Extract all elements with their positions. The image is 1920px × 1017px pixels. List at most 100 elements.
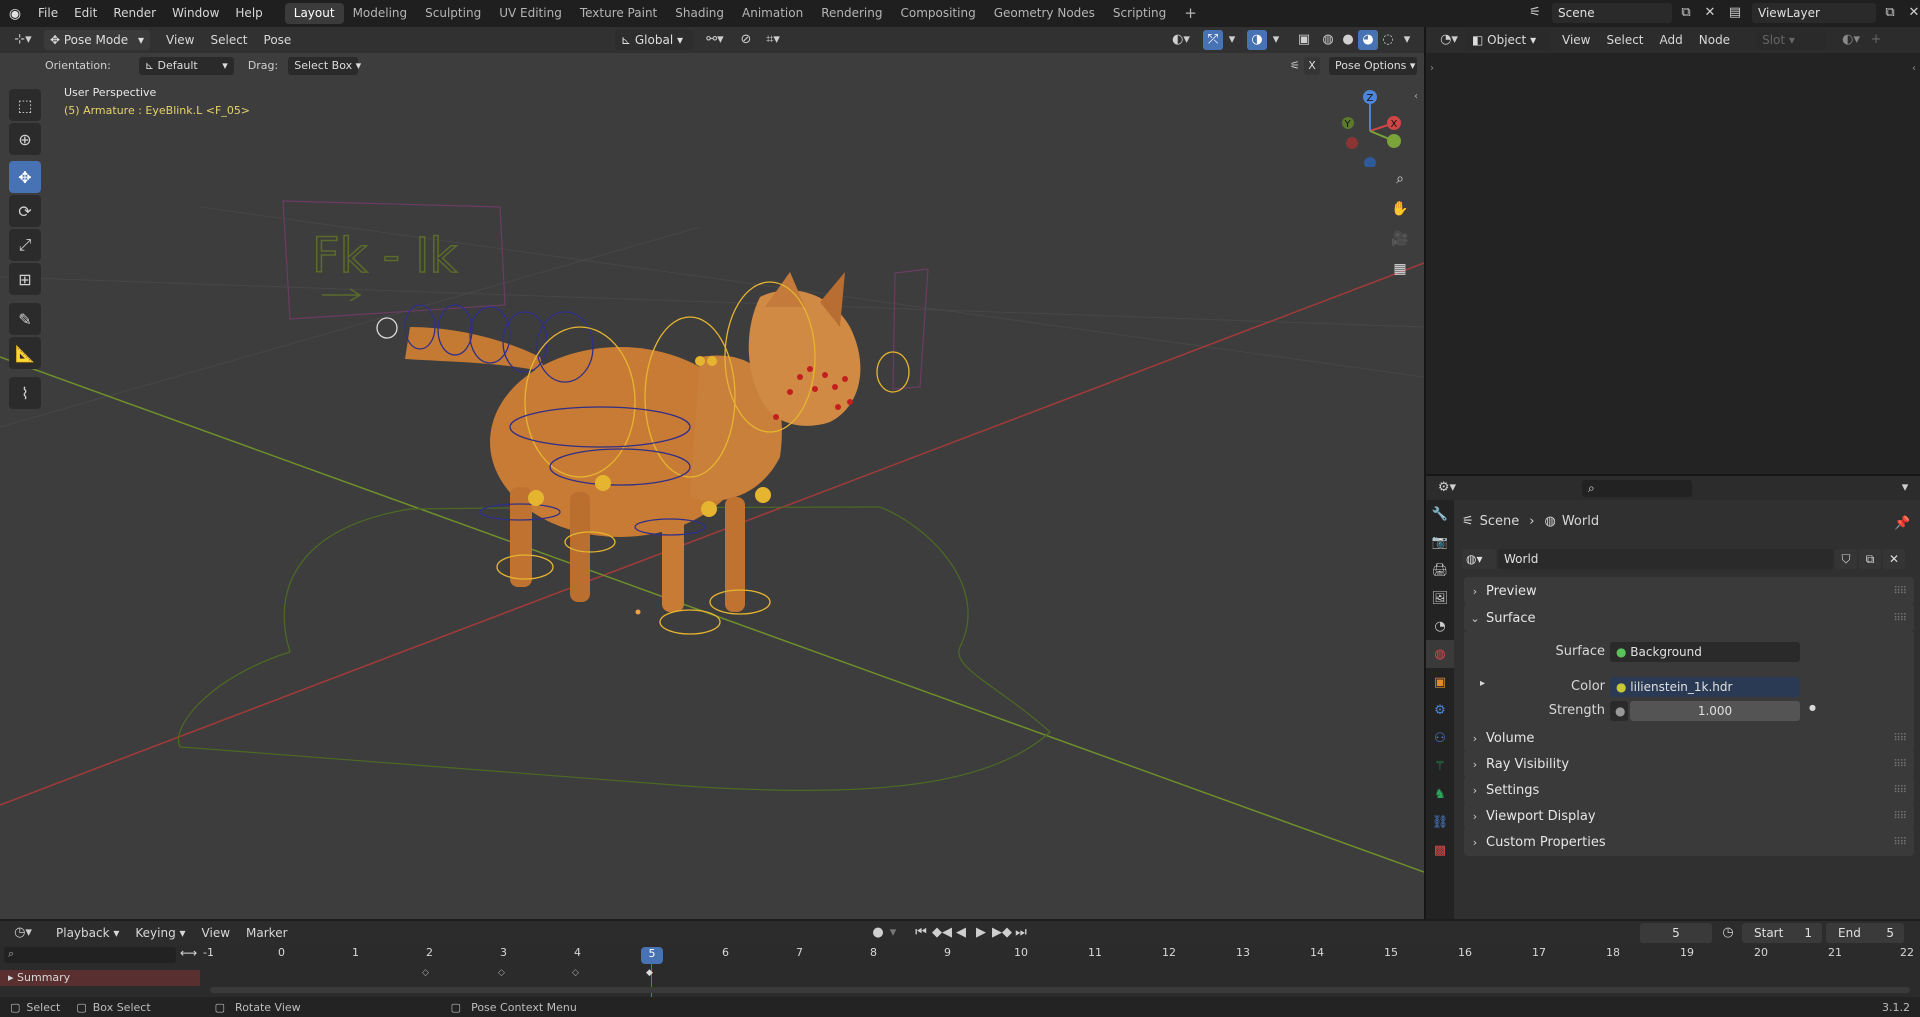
scene-icon[interactable]: ⚟ xyxy=(1522,3,1548,23)
tab-geometry-nodes[interactable]: Geometry Nodes xyxy=(985,3,1104,24)
menu-pose[interactable]: Pose xyxy=(256,27,300,54)
gizmo-dropdown-icon[interactable]: ▾ xyxy=(1225,30,1239,50)
snap-icon[interactable]: ⊘ xyxy=(736,30,756,50)
menu-edit[interactable]: Edit xyxy=(66,0,105,27)
shading-material-icon[interactable]: ◕ xyxy=(1358,30,1378,50)
keyframe-marker[interactable]: ◇ xyxy=(572,968,579,978)
x-mirror-toggle[interactable]: X xyxy=(1304,56,1320,75)
delete-viewlayer-icon[interactable]: ✕ xyxy=(1904,3,1920,23)
panel-custom-properties[interactable]: › Custom Properties ⠿⠿ xyxy=(1464,828,1914,856)
properties-editor[interactable]: ⚙▾ ⌕ ▾ 🔧 📷 🖨 🖼 ◔ ◍ ▣ ⚙ ⚇ ⚚ ♞ ⛓ ▩ ⚟ Scene… xyxy=(1426,476,1920,919)
ne-menu-select[interactable]: Select xyxy=(1598,27,1651,54)
drag-grip-icon[interactable]: ⠿⠿ xyxy=(1893,759,1907,770)
strength-slider[interactable]: 1.000 xyxy=(1630,701,1800,721)
menu-render[interactable]: Render xyxy=(105,0,164,27)
sidebar-toggle-icon[interactable]: ‹ xyxy=(1414,91,1418,102)
play-icon[interactable]: ▶ xyxy=(972,923,990,943)
color-texture-field[interactable]: ● lilienstein_1k.hdr xyxy=(1610,677,1800,697)
drag-grip-icon[interactable]: ⠿⠿ xyxy=(1893,785,1907,796)
tab-modeling[interactable]: Modeling xyxy=(344,3,417,24)
pivot-icon[interactable]: ⚯▾ xyxy=(700,30,730,50)
gizmo-toggle-icon[interactable]: ⤱ xyxy=(1203,30,1223,50)
menu-playback[interactable]: Playback ▾ xyxy=(48,920,127,947)
panel-ray-visibility[interactable]: › Ray Visibility ⠿⠿ xyxy=(1464,750,1914,778)
node-editor[interactable]: ◔▾ ◧ Object ▾ View Select Add Node Slot … xyxy=(1426,27,1920,474)
panel-preview[interactable]: › Preview ⠿⠿ xyxy=(1464,577,1914,605)
ne-sidebar-right-icon[interactable]: ‹ xyxy=(1912,63,1916,74)
keyframe-marker[interactable]: ◇ xyxy=(498,968,505,978)
mirror-icon[interactable]: ⚟ xyxy=(1285,56,1305,76)
timeline-scrollbar[interactable] xyxy=(210,987,1910,993)
viewlayer-field[interactable]: ViewLayer xyxy=(1752,3,1876,23)
tab-layout[interactable]: Layout xyxy=(284,3,344,24)
timeline[interactable]: ◷▾ Playback ▾ Keying ▾ View Marker ● ▾ ⏮… xyxy=(0,921,1920,997)
shader-type-dropdown[interactable]: ◧ Object ▾ xyxy=(1466,30,1550,50)
tool-move[interactable]: ✥ xyxy=(9,161,41,193)
overlay-dropdown-icon[interactable]: ▾ xyxy=(1269,30,1283,50)
ne-menu-add[interactable]: Add xyxy=(1652,27,1691,54)
tab-physics-icon[interactable]: ⚚ xyxy=(1426,752,1454,780)
jump-start-icon[interactable]: ⏮ xyxy=(912,923,930,943)
breadcrumb-scene[interactable]: Scene xyxy=(1480,514,1520,529)
properties-options-icon[interactable]: ▾ xyxy=(1898,478,1912,498)
scene-field[interactable]: Scene xyxy=(1552,3,1672,23)
unlink-world-icon[interactable]: ✕ xyxy=(1883,549,1905,569)
keyframe-marker[interactable]: ◆ xyxy=(646,968,653,978)
new-scene-icon[interactable]: ⧉ xyxy=(1676,3,1696,23)
new-viewlayer-icon[interactable]: ⧉ xyxy=(1880,3,1900,23)
current-frame-field[interactable]: 5 xyxy=(1640,923,1712,943)
node-editor-type-icon[interactable]: ◔▾ xyxy=(1432,30,1466,50)
tool-rotate[interactable]: ⟳ xyxy=(9,195,41,227)
tab-world-icon[interactable]: ◍ xyxy=(1426,640,1454,668)
tab-constraints-icon[interactable]: ⛓ xyxy=(1426,808,1454,836)
strength-socket[interactable]: ● xyxy=(1610,701,1628,721)
viewport-scene[interactable]: Fk - Ik xyxy=(0,27,1424,919)
tab-texture-icon[interactable]: ▩ xyxy=(1426,836,1454,864)
surface-shader-field[interactable]: ● Background xyxy=(1610,642,1800,662)
mode-dropdown[interactable]: ✥ Pose Mode ▾ xyxy=(44,30,150,50)
transform-orientation-dropdown[interactable]: ⊾ Global ▾ xyxy=(615,30,693,50)
menu-timeline-view[interactable]: View xyxy=(194,920,238,947)
material-icon[interactable]: ◐▾ xyxy=(1838,30,1864,50)
tab-modifiers-icon[interactable]: ⚙ xyxy=(1426,696,1454,724)
tool-scale[interactable]: ⤢ xyxy=(9,229,41,261)
tab-particles-icon[interactable]: ⚇ xyxy=(1426,724,1454,752)
visibility-icon[interactable]: ◐▾ xyxy=(1166,30,1196,50)
play-reverse-icon[interactable]: ◀ xyxy=(952,923,970,943)
ne-sidebar-toggle-icon[interactable]: › xyxy=(1430,63,1434,74)
record-icon[interactable]: ● xyxy=(868,923,888,943)
shading-rendered-icon[interactable]: ◌ xyxy=(1378,30,1398,50)
drag-grip-icon[interactable]: ⠿⠿ xyxy=(1893,811,1907,822)
tool-measure[interactable]: 📐 xyxy=(9,337,41,369)
tab-render-icon[interactable]: 📷 xyxy=(1426,528,1454,556)
shading-dropdown-icon[interactable]: ▾ xyxy=(1400,30,1414,50)
menu-keying[interactable]: Keying ▾ xyxy=(127,920,193,947)
keyframe-dot-icon[interactable]: ● xyxy=(1809,703,1816,712)
panel-viewport-display[interactable]: › Viewport Display ⠿⠿ xyxy=(1464,802,1914,830)
menu-window[interactable]: Window xyxy=(164,0,227,27)
tab-sculpting[interactable]: Sculpting xyxy=(416,3,490,24)
drag-grip-icon[interactable]: ⠿⠿ xyxy=(1893,586,1907,597)
tool-transform[interactable]: ⊞ xyxy=(9,263,41,295)
end-frame-field[interactable]: End 5 xyxy=(1826,923,1904,943)
properties-search-input[interactable]: ⌕ xyxy=(1582,479,1692,497)
overlay-toggle-icon[interactable]: ◑ xyxy=(1247,30,1267,50)
tab-view-layer-icon[interactable]: 🖼 xyxy=(1426,584,1454,612)
tab-texture-paint[interactable]: Texture Paint xyxy=(571,3,666,24)
keyframe-row[interactable]: ◇ ◇ ◇ ◆ xyxy=(410,968,730,980)
tab-compositing[interactable]: Compositing xyxy=(891,3,984,24)
menu-view[interactable]: View xyxy=(158,27,202,54)
tab-object-icon[interactable]: ▣ xyxy=(1426,668,1454,696)
tool-annotate[interactable]: ✎ xyxy=(9,303,41,335)
tab-uv-editing[interactable]: UV Editing xyxy=(490,3,571,24)
pan-hand-icon[interactable]: ✋ xyxy=(1388,197,1412,221)
editor-type-icon[interactable]: ⊹▾ xyxy=(6,30,40,50)
pose-options-dropdown[interactable]: Pose Options ▾ xyxy=(1329,56,1417,75)
panel-volume[interactable]: › Volume ⠿⠿ xyxy=(1464,724,1914,752)
slot-dropdown[interactable]: Slot ▾ xyxy=(1756,30,1827,50)
shading-solid-icon[interactable]: ● xyxy=(1338,30,1358,50)
pin-icon[interactable]: 📌 xyxy=(1894,516,1910,531)
zoom-icon[interactable]: ⌕ xyxy=(1388,167,1412,191)
3d-viewport[interactable]: Fk - Ik ⊹▾ ✥ Pose Mode ▾ View Select Pos… xyxy=(0,27,1424,919)
jump-end-icon[interactable]: ⏭ xyxy=(1012,923,1030,943)
